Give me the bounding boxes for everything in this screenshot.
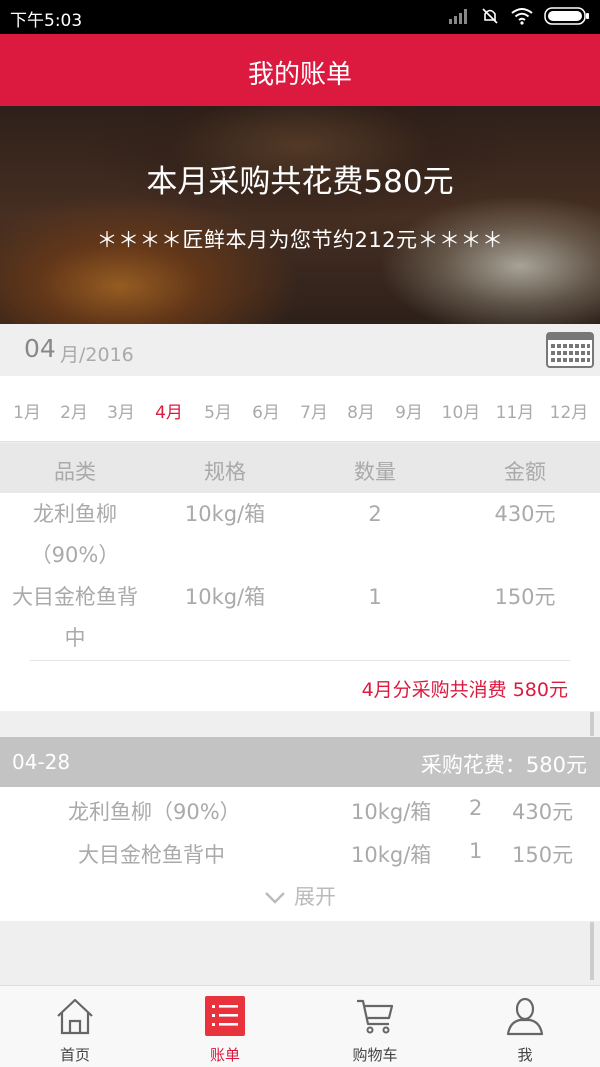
cell-name: 龙利鱼柳 (33, 502, 117, 526)
nav-item-home[interactable]: 首页 (0, 986, 150, 1067)
month-selector: 1月 2月 3月 4月 5月 6月 7月 8月 9月 10月 11月 12月 (0, 376, 600, 442)
column-header-quantity: 数量 (354, 460, 396, 484)
month-tab-11[interactable]: 11月 (490, 398, 540, 423)
current-month: 04 (24, 334, 56, 363)
summary-table: 龙利鱼柳 （90%） 10kg/箱 2 430元 大目金枪鱼背 中 10kg/箱… (0, 493, 600, 711)
user-icon (506, 997, 544, 1036)
cell-qty: 2 (368, 502, 382, 526)
chevron-down-icon (265, 892, 285, 904)
column-header-category: 品类 (54, 460, 96, 484)
item-amount: 150元 (512, 843, 574, 867)
banner-shade (0, 106, 600, 324)
month-tab-9[interactable]: 9月 (384, 398, 434, 423)
cell-spec: 10kg/箱 (184, 502, 266, 526)
month-tab-2[interactable]: 2月 (49, 398, 99, 423)
summary-table-header: 品类 规格 数量 金额 (0, 443, 600, 493)
monthly-total: 4月分采购共消费 580元 (361, 679, 568, 701)
page-title: 我的账单 (247, 60, 352, 90)
cell-name-cont: 中 (64, 626, 86, 650)
item-name: 龙利鱼柳（90%） (68, 800, 241, 824)
expand-button[interactable]: 展开 (0, 881, 600, 911)
column-header-spec: 规格 (204, 460, 246, 484)
cell-qty: 1 (368, 585, 382, 609)
banner: 本月采购共花费580元 ＊＊＊＊匠鲜本月为您节约212元＊＊＊＊ (0, 106, 600, 324)
bottom-nav: 首页 账单 购物车 我 (0, 985, 600, 1067)
nav-item-me[interactable]: 我 (450, 986, 600, 1067)
cell-amount: 430元 (494, 502, 556, 526)
month-tab-5[interactable]: 5月 (193, 398, 243, 423)
nav-item-bill[interactable]: 账单 (150, 986, 300, 1067)
current-year: 月/2016 (60, 344, 134, 366)
item-spec: 10kg/箱 (351, 843, 432, 867)
mute-icon (482, 8, 498, 24)
month-tab-4[interactable]: 4月 (144, 398, 194, 423)
expand-label: 展开 (294, 885, 336, 909)
nav-label-cart: 购物车 (352, 1046, 398, 1064)
cell-spec: 10kg/箱 (184, 585, 266, 609)
order-header[interactable]: 04-28 采购花费：580元 (0, 737, 600, 787)
status-icons (448, 6, 590, 26)
item-spec: 10kg/箱 (351, 800, 432, 824)
month-tab-3[interactable]: 3月 (96, 398, 146, 423)
month-tab-10[interactable]: 10月 (436, 398, 486, 423)
month-tab-6[interactable]: 6月 (241, 398, 291, 423)
app-header: 我的账单 (0, 34, 600, 106)
signal-icon (449, 9, 467, 24)
cell-name: 大目金枪鱼背 (12, 585, 138, 609)
wifi-icon (511, 8, 533, 25)
nav-item-cart[interactable]: 购物车 (300, 986, 450, 1067)
home-icon (57, 998, 93, 1035)
month-tab-1[interactable]: 1月 (2, 398, 52, 423)
item-name: 大目金枪鱼背中 (78, 843, 225, 867)
date-bar: 04 月/2016 (0, 324, 600, 376)
month-tab-8[interactable]: 8月 (336, 398, 386, 423)
cart-icon (357, 999, 394, 1034)
order-items: 龙利鱼柳（90%） 10kg/箱 2 430元 大目金枪鱼背中 10kg/箱 1… (0, 787, 600, 921)
calendar-icon[interactable] (546, 332, 594, 368)
column-header-amount: 金额 (504, 460, 546, 484)
scrollbar-thumb[interactable] (590, 712, 594, 736)
banner-subtitle: ＊＊＊＊匠鲜本月为您节约212元＊＊＊＊ (96, 228, 504, 252)
table-divider (30, 660, 570, 661)
item-qty: 2 (469, 796, 483, 820)
bill-list-icon (205, 996, 245, 1036)
nav-label-home: 首页 (59, 1046, 90, 1064)
nav-label-me: 我 (517, 1046, 533, 1064)
order-date: 04-28 (12, 750, 71, 774)
scrollbar-thumb[interactable] (590, 922, 594, 980)
order-cost: 采购花费：580元 (420, 753, 587, 777)
banner-title: 本月采购共花费580元 (146, 164, 454, 200)
item-qty: 1 (469, 839, 483, 863)
cell-name-cont: （90%） (30, 543, 120, 567)
nav-label-bill: 账单 (209, 1046, 240, 1064)
status-bar: 下午5:03 (0, 0, 600, 34)
status-time: 下午5:03 (10, 11, 83, 31)
month-tab-7[interactable]: 7月 (289, 398, 339, 423)
cell-amount: 150元 (494, 585, 556, 609)
item-amount: 430元 (512, 800, 574, 824)
battery-icon (544, 7, 589, 25)
month-tab-12[interactable]: 12月 (544, 398, 594, 423)
